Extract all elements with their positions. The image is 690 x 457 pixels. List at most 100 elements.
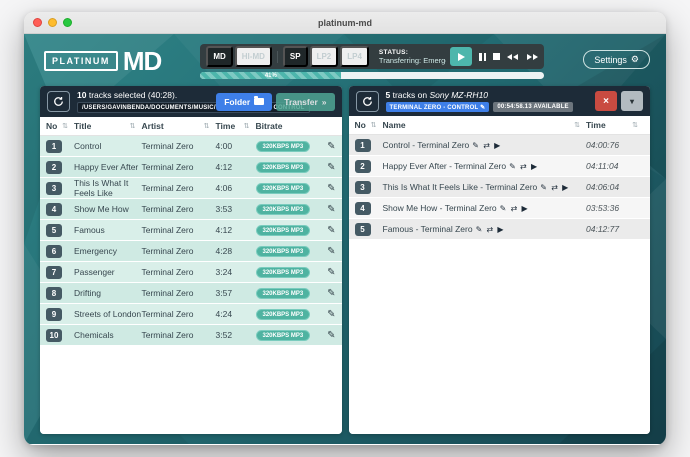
device-table-body: 1Control - Terminal Zero✎ ⇄ ▶04:00:762Ha… (349, 135, 651, 434)
track-time: 3:52 (216, 330, 256, 340)
edit-track-icon[interactable]: ✎ (318, 141, 336, 152)
play-button[interactable] (450, 47, 472, 66)
column-header-no[interactable]: No⇅ (46, 121, 74, 131)
transport-controls (450, 47, 538, 66)
bitrate-badge: 320KBPS MP3 (256, 225, 311, 236)
refresh-local-button[interactable] (47, 91, 70, 112)
rewind-icon (507, 54, 519, 60)
control-bar: MDHI-MDSPLP2LP4 STATUS: Transferring: Em… (200, 44, 544, 69)
device-tracks-panel: 5 tracks on Sony MZ-RH10 TERMINAL ZERO -… (349, 86, 651, 434)
mode-button-lp2[interactable]: LP2 (310, 46, 339, 67)
fast-forward-button[interactable] (526, 54, 538, 60)
track-time: 4:24 (216, 309, 256, 319)
row-action-icons[interactable]: ✎ ⇄ ▶ (509, 162, 538, 171)
local-track-row[interactable]: 1ControlTerminal Zero4:00320KBPS MP3✎ (40, 136, 342, 157)
desktop: platinum-md PLATINUM MD (0, 0, 690, 457)
local-track-row[interactable]: 2Happy Ever AfterTerminal Zero4:12320KBP… (40, 157, 342, 178)
device-name: Sony MZ-RH10 (429, 90, 488, 100)
mode-button-md[interactable]: MD (206, 46, 232, 67)
transfer-button[interactable]: Transfer » (276, 93, 334, 111)
track-title: Control (74, 141, 142, 151)
edit-track-icon[interactable]: ✎ (318, 330, 336, 341)
track-artist: Terminal Zero (142, 267, 216, 277)
edit-track-icon[interactable]: ✎ (318, 267, 336, 278)
transfer-control-stack: MDHI-MDSPLP2LP4 STATUS: Transferring: Em… (200, 44, 544, 79)
track-title: Passenger (74, 267, 142, 277)
edit-track-icon[interactable]: ✎ (318, 309, 336, 320)
track-artist: Terminal Zero (142, 330, 216, 340)
column-header-bitrate: Bitrate (256, 121, 318, 131)
local-track-row[interactable]: 3This Is What It Feels LikeTerminal Zero… (40, 178, 342, 199)
row-action-icons[interactable]: ✎ ⇄ ▶ (500, 204, 529, 213)
edit-track-icon[interactable]: ✎ (318, 288, 336, 299)
pause-icon (479, 53, 486, 61)
transfer-progress-label: 41% (265, 73, 277, 79)
column-header-time[interactable]: Time⇅ (586, 120, 644, 130)
mode-switcher: MDHI-MD SPLP2LP4 (206, 46, 369, 67)
device-track-row[interactable]: 3This Is What It Feels Like - Terminal Z… (349, 177, 651, 198)
panels-container: 10 tracks selected (40:28). /USERS/GAVIN… (24, 82, 666, 434)
local-track-row[interactable]: 8DriftingTerminal Zero3:57320KBPS MP3✎ (40, 283, 342, 304)
app-logo: PLATINUM MD (44, 48, 161, 74)
edit-track-icon[interactable]: ✎ (318, 246, 336, 257)
local-track-row[interactable]: 10ChemicalsTerminal Zero3:52320KBPS MP3✎ (40, 325, 342, 346)
track-name: This Is What It Feels Like - Terminal Ze… (383, 182, 587, 192)
stop-button[interactable] (493, 53, 500, 60)
disc-title-badge[interactable]: TERMINAL ZERO - CONTROL ✎ (386, 102, 490, 112)
device-options-dropdown[interactable]: ▾ (621, 91, 643, 111)
refresh-icon (53, 96, 64, 107)
local-track-row[interactable]: 9Streets of LondonTerminal Zero4:24320KB… (40, 304, 342, 325)
row-action-icons[interactable]: ✎ ⇄ ▶ (472, 141, 501, 150)
track-number-badge: 1 (355, 139, 371, 152)
erase-disc-button[interactable]: × (595, 91, 617, 111)
gear-icon: ⚙ (631, 54, 639, 65)
mode-button-lp4[interactable]: LP4 (340, 46, 369, 67)
row-action-icons[interactable]: ✎ ⇄ ▶ (476, 225, 505, 234)
device-summary-block: 5 tracks on Sony MZ-RH10 TERMINAL ZERO -… (386, 90, 589, 112)
column-header-artist[interactable]: Artist⇅ (142, 121, 216, 131)
refresh-device-button[interactable] (356, 91, 379, 112)
column-header-no[interactable]: No⇅ (355, 120, 383, 130)
local-track-row[interactable]: 4Show Me HowTerminal Zero3:53320KBPS MP3… (40, 199, 342, 220)
app-body: PLATINUM MD MDHI-MD SPLP2LP4 STATUS: Tran… (24, 34, 666, 444)
track-time: 3:24 (216, 267, 256, 277)
edit-track-icon[interactable]: ✎ (318, 183, 336, 194)
bitrate-badge: 320KBPS MP3 (256, 162, 311, 173)
edit-track-icon[interactable]: ✎ (318, 204, 336, 215)
bitrate-badge: 320KBPS MP3 (256, 183, 311, 194)
column-header-time[interactable]: Time⇅ (216, 121, 256, 131)
bitrate-badge: 320KBPS MP3 (256, 246, 311, 257)
track-name: Control - Terminal Zero✎ ⇄ ▶ (383, 140, 587, 150)
folder-button[interactable]: Folder (216, 93, 272, 111)
column-header-title[interactable]: Title⇅ (74, 121, 142, 131)
pause-button[interactable] (479, 53, 486, 61)
status-label: STATUS: (379, 49, 446, 56)
column-header-name[interactable]: Name⇅ (383, 120, 587, 130)
local-track-row[interactable]: 7PassengerTerminal Zero3:24320KBPS MP3✎ (40, 262, 342, 283)
row-action-icons[interactable]: ✎ ⇄ ▶ (540, 183, 569, 192)
track-artist: Terminal Zero (142, 183, 216, 193)
device-track-row[interactable]: 2Happy Ever After - Terminal Zero✎ ⇄ ▶04… (349, 156, 651, 177)
device-track-row[interactable]: 4Show Me How - Terminal Zero✎ ⇄ ▶03:53:3… (349, 198, 651, 219)
track-time: 04:11:04 (586, 161, 644, 171)
chevrons-right-icon: » (322, 97, 327, 107)
local-track-row[interactable]: 5FamousTerminal Zero4:12320KBPS MP3✎ (40, 220, 342, 241)
local-track-row[interactable]: 6EmergencyTerminal Zero4:28320KBPS MP3✎ (40, 241, 342, 262)
device-track-row[interactable]: 5Famous - Terminal Zero✎ ⇄ ▶04:12:77 (349, 219, 651, 240)
mode-button-hi-md[interactable]: HI-MD (235, 46, 272, 67)
local-summary-block: 10 tracks selected (40:28). /USERS/GAVIN… (77, 90, 209, 113)
device-track-row[interactable]: 1Control - Terminal Zero✎ ⇄ ▶04:00:76 (349, 135, 651, 156)
window-title: platinum-md (24, 18, 666, 28)
top-toolbar: PLATINUM MD MDHI-MDSPLP2LP4 STATUS: Tran… (24, 34, 666, 82)
track-artist: Terminal Zero (142, 288, 216, 298)
rewind-button[interactable] (507, 54, 519, 60)
track-number-badge: 9 (46, 308, 62, 321)
mode-button-sp[interactable]: SP (283, 46, 308, 67)
sort-icon: ⇅ (204, 122, 210, 130)
device-panel-actions: × ▾ (595, 91, 643, 111)
edit-track-icon[interactable]: ✎ (318, 162, 336, 173)
track-artist: Terminal Zero (142, 162, 216, 172)
settings-button[interactable]: Settings ⚙ (583, 50, 650, 69)
bitrate-badge: 320KBPS MP3 (256, 204, 311, 215)
edit-track-icon[interactable]: ✎ (318, 225, 336, 236)
